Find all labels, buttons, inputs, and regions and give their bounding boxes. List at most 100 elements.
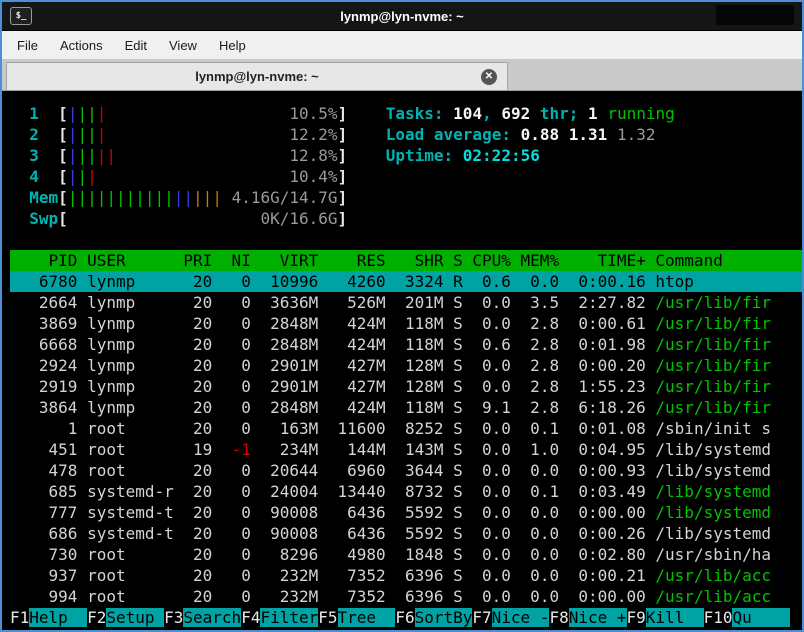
info-segment: 0.88 bbox=[520, 125, 569, 144]
menu-edit[interactable]: Edit bbox=[114, 34, 158, 57]
cpu-meter-1: 1 [|||| 10.5%] Tasks: 104, 692 thr; 1 ru… bbox=[10, 104, 675, 123]
cpu-meter-1-bar-red: | bbox=[96, 104, 107, 123]
process-row-777[interactable]: 777 systemd-t 20 0 90008 6436 5592 S 0.0… bbox=[10, 502, 802, 523]
process-command: /usr/lib/fir bbox=[655, 398, 771, 417]
process-command: /usr/sbin/ha bbox=[655, 545, 771, 564]
cpu-meter-4-bar-red: | bbox=[87, 167, 97, 186]
cpu-meter-2-bar-green: || bbox=[77, 125, 97, 144]
fkey-F7: F7 bbox=[472, 608, 492, 627]
cpu-meter-2-value: 12.2% bbox=[289, 125, 338, 144]
process-command: /usr/lib/fir bbox=[655, 377, 771, 396]
info-segment: Load average: bbox=[385, 125, 521, 144]
mem-meter-bar-green: ||||||||||| bbox=[67, 188, 174, 207]
fkey-label-F5[interactable]: Tree bbox=[337, 608, 396, 627]
process-row-686[interactable]: 686 systemd-t 20 0 90008 6436 5592 S 0.0… bbox=[10, 523, 802, 544]
cpu-meter-4-label: 4 bbox=[10, 167, 59, 186]
cpu-meter-4-value: 10.4% bbox=[289, 167, 338, 186]
process-command: htop bbox=[655, 272, 694, 291]
fkey-label-F2[interactable]: Setup bbox=[106, 608, 165, 627]
cpu-meter-4: 4 [||| 10.4%] bbox=[10, 167, 348, 186]
process-command: /lib/systemd bbox=[655, 482, 771, 501]
menu-help[interactable]: Help bbox=[208, 34, 257, 57]
process-command: /lib/systemd bbox=[655, 461, 771, 480]
info-segment: , bbox=[482, 104, 502, 123]
process-row-937[interactable]: 937 root 20 0 232M 7352 6396 S 0.0 0.0 0… bbox=[10, 565, 802, 586]
info-segment: 02:22:56 bbox=[462, 146, 540, 165]
terminal-app-icon: $_ bbox=[10, 7, 32, 25]
info-segment: 692 bbox=[501, 104, 531, 123]
info-segment: 1 bbox=[588, 104, 598, 123]
info-segment: thr; bbox=[530, 104, 589, 123]
fkey-F6: F6 bbox=[395, 608, 415, 627]
mem-meter-bar-blue: || bbox=[173, 188, 194, 207]
fkey-F1: F1 bbox=[10, 608, 30, 627]
process-command: /lib/systemd bbox=[655, 503, 771, 522]
tab-close-icon[interactable]: ✕ bbox=[481, 69, 497, 85]
tab-terminal[interactable]: lynmp@lyn-nvme: ~ ✕ bbox=[6, 62, 508, 90]
swp-meter-label: Swp bbox=[10, 209, 59, 228]
cpu-meter-3-value: 12.8% bbox=[289, 146, 338, 165]
fkey-F9: F9 bbox=[626, 608, 646, 627]
process-row-730[interactable]: 730 root 20 0 8296 4980 1848 S 0.0 0.0 0… bbox=[10, 544, 802, 565]
cpu-meter-1-bar-blue: | bbox=[67, 104, 78, 123]
menu-actions[interactable]: Actions bbox=[49, 34, 114, 57]
htop-terminal[interactable]: 1 [|||| 10.5%] Tasks: 104, 692 thr; 1 ru… bbox=[2, 91, 802, 630]
info-segment: 104 bbox=[453, 104, 483, 123]
terminal-window: $_ lynmp@lyn-nvme: ~ File Actions Edit V… bbox=[0, 0, 804, 632]
cpu-meter-2: 2 [|||| 12.2%] Load average: 0.88 1.31 1… bbox=[10, 125, 656, 144]
process-command: /usr/lib/acc bbox=[655, 566, 771, 585]
cpu-meter-3-bar-blue: | bbox=[67, 146, 78, 165]
process-command: /sbin/init s bbox=[655, 419, 771, 438]
process-row-3869[interactable]: 3869 lynmp 20 0 2848M 424M 118M S 0.0 2.… bbox=[10, 313, 802, 334]
fkey-label-F7[interactable]: Nice - bbox=[491, 608, 550, 627]
mem-meter-value: 4.16G/14.7G bbox=[231, 188, 338, 207]
process-row-685[interactable]: 685 systemd-r 20 0 24004 13440 8732 S 0.… bbox=[10, 481, 802, 502]
process-row-994[interactable]: 994 root 20 0 232M 7352 6396 S 0.0 0.0 0… bbox=[10, 586, 802, 607]
process-row-6780[interactable]: 6780 lynmp 20 0 10996 4260 3324 R 0.6 0.… bbox=[10, 271, 802, 292]
menu-view[interactable]: View bbox=[158, 34, 208, 57]
titlebar[interactable]: $_ lynmp@lyn-nvme: ~ bbox=[2, 2, 802, 31]
process-row-2919[interactable]: 2919 lynmp 20 0 2901M 427M 128M S 0.0 2.… bbox=[10, 376, 802, 397]
process-command: /lib/systemd bbox=[655, 524, 771, 543]
fkey-F3: F3 bbox=[164, 608, 184, 627]
mem-meter: Mem[|||||||||||||||| 4.16G/14.7G] bbox=[10, 188, 348, 207]
fkey-label-F4[interactable]: Filter bbox=[260, 608, 319, 627]
fkey-label-F8[interactable]: Nice + bbox=[568, 608, 627, 627]
fkey-F4: F4 bbox=[241, 608, 261, 627]
info-segment: 1.31 bbox=[568, 125, 617, 144]
process-row-451[interactable]: 451 root 19 -1 234M 144M 143M S 0.0 1.0 … bbox=[10, 439, 802, 460]
mem-meter-label: Mem bbox=[10, 188, 59, 207]
info-segment: 1.32 bbox=[616, 125, 656, 144]
menu-file[interactable]: File bbox=[6, 34, 49, 57]
process-row-478[interactable]: 478 root 20 0 20644 6960 3644 S 0.0 0.0 … bbox=[10, 460, 802, 481]
process-row-2924[interactable]: 2924 lynmp 20 0 2901M 427M 128M S 0.0 2.… bbox=[10, 355, 802, 376]
fkey-label-F1[interactable]: Help bbox=[29, 608, 88, 627]
cpu-meter-2-label: 2 bbox=[10, 125, 59, 144]
fkey-F10: F10 bbox=[703, 608, 733, 627]
tabbar: lynmp@lyn-nvme: ~ ✕ bbox=[2, 60, 802, 91]
table-header[interactable]: PID USER PRI NI VIRT RES SHR S CPU% MEM%… bbox=[10, 250, 802, 271]
swp-meter: Swp[ 0K/16.6G] bbox=[10, 209, 348, 228]
process-row-2664[interactable]: 2664 lynmp 20 0 3636M 526M 201M S 0.0 3.… bbox=[10, 292, 802, 313]
process-command: /usr/lib/fir bbox=[655, 335, 771, 354]
fkey-label-F3[interactable]: Search bbox=[183, 608, 242, 627]
info-segment: running bbox=[597, 104, 675, 123]
process-row-6668[interactable]: 6668 lynmp 20 0 2848M 424M 118M S 0.6 2.… bbox=[10, 334, 802, 355]
fkey-label-F10[interactable]: Qu bbox=[732, 608, 791, 627]
process-command: /usr/lib/acc bbox=[655, 587, 771, 606]
fkey-bar: F1Help F2Setup F3SearchF4FilterF5Tree F6… bbox=[10, 607, 802, 628]
process-row-1[interactable]: 1 root 20 0 163M 11600 8252 S 0.0 0.1 0:… bbox=[10, 418, 802, 439]
process-command: /usr/lib/fir bbox=[655, 356, 771, 375]
fkey-label-F9[interactable]: Kill bbox=[645, 608, 704, 627]
menubar: File Actions Edit View Help bbox=[2, 31, 802, 60]
process-row-3864[interactable]: 3864 lynmp 20 0 2848M 424M 118M S 9.1 2.… bbox=[10, 397, 802, 418]
fkey-label-F6[interactable]: SortBy bbox=[414, 608, 473, 627]
process-command: /lib/systemd bbox=[655, 440, 771, 459]
window-title: lynmp@lyn-nvme: ~ bbox=[340, 8, 464, 24]
cpu-meter-3-bar-red: || bbox=[96, 146, 116, 165]
window-controls[interactable] bbox=[716, 5, 794, 25]
cpu-meter-1-label: 1 bbox=[10, 104, 59, 123]
tab-title: lynmp@lyn-nvme: ~ bbox=[195, 69, 319, 84]
swp-meter-value: 0K/16.6G bbox=[260, 209, 338, 228]
cpu-meter-3-label: 3 bbox=[10, 146, 59, 165]
